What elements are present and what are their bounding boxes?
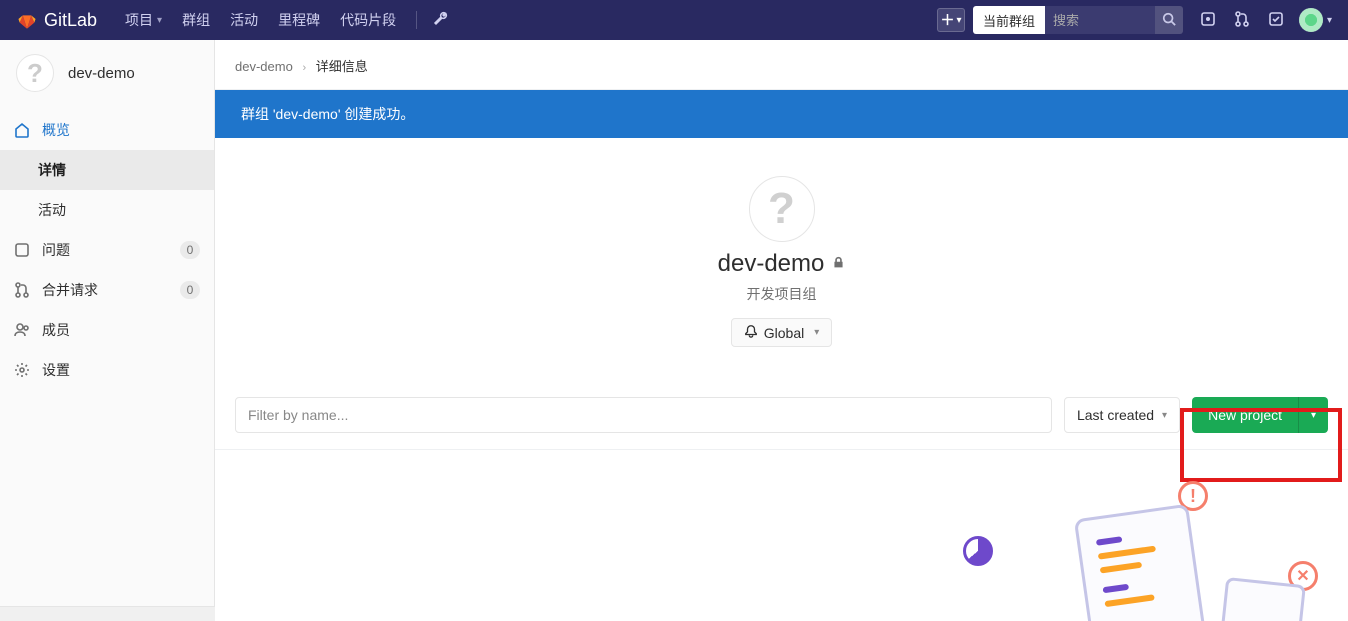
search-form: 当前群组 xyxy=(973,6,1183,34)
nav-issues-shortcut[interactable] xyxy=(1191,0,1225,40)
nav-divider xyxy=(416,11,417,29)
sidebar-item-settings[interactable]: 设置 xyxy=(0,350,214,390)
search-button[interactable] xyxy=(1155,6,1183,34)
group-avatar-large: ? xyxy=(749,176,815,242)
search-icon xyxy=(1162,12,1176,29)
gear-icon xyxy=(14,362,30,378)
issues-icon xyxy=(1200,11,1216,30)
notif-label: Global xyxy=(764,325,804,341)
group-avatar-small: ? xyxy=(16,54,54,92)
new-project-dropdown[interactable]: ▾ xyxy=(1298,397,1328,433)
group-name: dev-demo xyxy=(718,250,846,278)
nav-admin[interactable] xyxy=(427,0,455,40)
project-filter-bar: Last created ▾ New project ▾ xyxy=(215,397,1348,450)
filter-by-name-input[interactable] xyxy=(235,397,1052,433)
new-project-button[interactable]: New project xyxy=(1192,397,1298,433)
breadcrumbs: dev-demo › 详细信息 xyxy=(215,40,1348,90)
sidebar-item-members[interactable]: 成员 xyxy=(0,310,214,350)
search-context-label[interactable]: 当前群组 xyxy=(973,6,1045,34)
content-area: dev-demo › 详细信息 群组 'dev-demo' 创建成功。 ? de… xyxy=(215,40,1348,621)
users-icon xyxy=(14,322,30,338)
search-input[interactable] xyxy=(1045,6,1155,34)
empty-state-illustration: ! ✕ 🔒 ✓ xyxy=(978,481,1238,621)
top-navbar: GitLab 项目▾ 群组 活动 里程碑 代码片段 ＋▾ 当前群组 xyxy=(0,0,1348,40)
sidebar-label: 问题 xyxy=(42,240,70,260)
folder-icon xyxy=(1220,577,1306,621)
issues-count-badge: 0 xyxy=(180,241,200,259)
nav-groups[interactable]: 群组 xyxy=(172,0,220,40)
chevron-down-icon: ▾ xyxy=(814,327,819,338)
sidebar-item-overview[interactable]: 概览 详情 活动 xyxy=(0,110,214,230)
notification-dropdown[interactable]: Global ▾ xyxy=(731,318,833,347)
sidebar-scrollbar[interactable] xyxy=(0,606,215,621)
breadcrumb-page: 详细信息 xyxy=(316,59,368,74)
wrench-icon xyxy=(433,11,449,30)
sidebar-label: 概览 xyxy=(42,120,70,140)
sort-label: Last created xyxy=(1077,407,1154,423)
sort-dropdown[interactable]: Last created ▾ xyxy=(1064,397,1180,433)
sidebar-label: 设置 xyxy=(42,360,70,380)
page-icon xyxy=(1074,504,1207,621)
pie-chart-icon xyxy=(963,536,993,566)
chevron-down-icon: ▾ xyxy=(956,15,961,26)
nav-milestones[interactable]: 里程碑 xyxy=(268,0,330,40)
group-description: 开发项目组 xyxy=(215,284,1348,304)
user-avatar[interactable] xyxy=(1299,8,1323,32)
nav-merge-shortcut[interactable] xyxy=(1225,0,1259,40)
sidebar-subitem-activity[interactable]: 活动 xyxy=(0,190,214,230)
bell-icon xyxy=(744,324,758,341)
chevron-right-icon: › xyxy=(302,62,306,74)
chevron-down-icon[interactable]: ▾ xyxy=(1327,15,1332,26)
brand[interactable]: GitLab xyxy=(16,8,97,33)
flash-notice: 群组 'dev-demo' 创建成功。 xyxy=(215,90,1348,138)
todo-icon xyxy=(1268,11,1284,30)
chevron-down-icon: ▾ xyxy=(157,15,162,26)
sidebar-item-issues[interactable]: 问题 0 xyxy=(0,230,214,270)
breadcrumb-group[interactable]: dev-demo xyxy=(235,59,293,74)
new-menu-button[interactable]: ＋▾ xyxy=(937,8,965,32)
merge-request-icon xyxy=(1234,11,1250,30)
nav-projects[interactable]: 项目▾ xyxy=(115,0,172,40)
lock-icon xyxy=(832,256,845,272)
merge-count-badge: 0 xyxy=(180,281,200,299)
nav-todos[interactable] xyxy=(1259,0,1293,40)
sidebar-group-name: dev-demo xyxy=(68,65,135,82)
sidebar-item-merge-requests[interactable]: 合并请求 0 xyxy=(0,270,214,310)
caret-down-icon: ▾ xyxy=(1311,410,1316,421)
new-project-group: New project ▾ xyxy=(1192,397,1328,433)
nav-activity[interactable]: 活动 xyxy=(220,0,268,40)
sidebar-label: 合并请求 xyxy=(42,280,98,300)
nav-snippets[interactable]: 代码片段 xyxy=(330,0,406,40)
merge-request-icon xyxy=(14,282,30,298)
chevron-down-icon: ▾ xyxy=(1162,410,1167,421)
sidebar: ? dev-demo 概览 详情 活动 问题 0 xyxy=(0,40,215,621)
plus-icon: ＋ xyxy=(940,10,954,30)
home-icon xyxy=(14,122,30,138)
sidebar-header[interactable]: ? dev-demo xyxy=(0,40,214,110)
sidebar-label: 成员 xyxy=(42,320,70,340)
sidebar-subitem-details[interactable]: 详情 xyxy=(0,150,214,190)
group-header: ? dev-demo 开发项目组 Global ▾ xyxy=(215,138,1348,359)
gitlab-logo-icon xyxy=(16,8,38,33)
issues-icon xyxy=(14,242,30,258)
brand-label: GitLab xyxy=(44,10,97,31)
